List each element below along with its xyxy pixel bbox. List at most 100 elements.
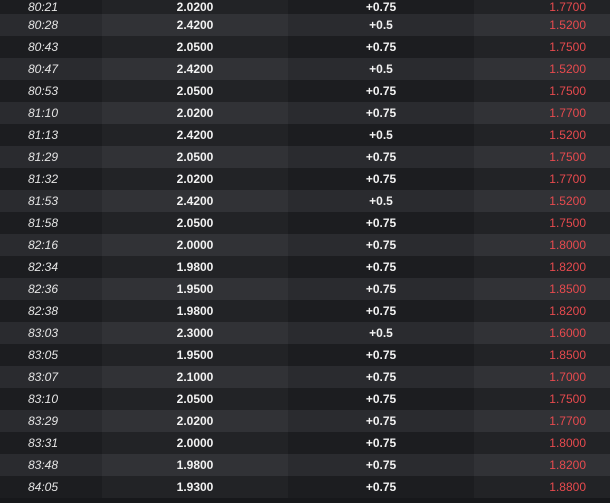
handicap-line-cell: +0.75 [288, 256, 474, 278]
table-row: 83:48 1.9800 +0.75 1.8200 [0, 454, 610, 476]
away-odds-cell: 1.7000 [474, 366, 610, 388]
time-cell: 83:31 [0, 432, 102, 454]
away-odds-cell: 1.5200 [474, 190, 610, 212]
time-cell: 83:05 [0, 344, 102, 366]
away-odds-cell: 1.8800 [474, 476, 610, 498]
handicap-line-cell: +0.75 [288, 146, 474, 168]
away-odds-cell: 1.5200 [474, 58, 610, 80]
time-cell: 81:53 [0, 190, 102, 212]
away-odds-cell: 1.8200 [474, 454, 610, 476]
handicap-line-cell: +0.75 [288, 0, 474, 14]
handicap-line-cell: +0.5 [288, 190, 474, 212]
table-row: 80:21 2.0200 +0.75 1.7700 [0, 0, 610, 14]
away-odds-cell: 1.8200 [474, 300, 610, 322]
home-odds-cell: 2.4200 [102, 124, 288, 146]
away-odds-cell: 1.7500 [474, 80, 610, 102]
home-odds-cell: 2.4200 [102, 14, 288, 36]
away-odds-cell: 1.7700 [474, 0, 610, 14]
table-row: 83:29 2.0200 +0.75 1.7700 [0, 410, 610, 432]
time-cell: 83:07 [0, 366, 102, 388]
handicap-line-cell: +0.5 [288, 58, 474, 80]
handicap-line-cell: +0.75 [288, 212, 474, 234]
home-odds-cell: 2.0000 [102, 234, 288, 256]
home-odds-cell: 1.9800 [102, 454, 288, 476]
time-cell: 83:10 [0, 388, 102, 410]
table-row: 82:36 1.9500 +0.75 1.8500 [0, 278, 610, 300]
away-odds-cell: 1.8000 [474, 432, 610, 454]
handicap-line-cell: +0.75 [288, 168, 474, 190]
table-row: 81:10 2.0200 +0.75 1.7700 [0, 102, 610, 124]
home-odds-cell: 2.0500 [102, 80, 288, 102]
handicap-line-cell: +0.75 [288, 454, 474, 476]
handicap-line-cell: +0.75 [288, 300, 474, 322]
away-odds-cell: 1.8500 [474, 278, 610, 300]
home-odds-cell: 2.0200 [102, 410, 288, 432]
away-odds-cell: 1.7500 [474, 388, 610, 410]
handicap-line-cell: +0.75 [288, 388, 474, 410]
handicap-line-cell: +0.75 [288, 432, 474, 454]
home-odds-cell: 1.9800 [102, 256, 288, 278]
table-row: 84:05 1.9300 +0.75 1.8800 [0, 476, 610, 498]
time-cell: 83:29 [0, 410, 102, 432]
table-row: 81:58 2.0500 +0.75 1.7500 [0, 212, 610, 234]
away-odds-cell: 1.5200 [474, 14, 610, 36]
time-cell: 81:29 [0, 146, 102, 168]
table-row: 80:47 2.4200 +0.5 1.5200 [0, 58, 610, 80]
home-odds-cell: 2.1000 [102, 366, 288, 388]
home-odds-cell: 1.9500 [102, 344, 288, 366]
time-cell: 83:48 [0, 454, 102, 476]
time-cell: 80:47 [0, 58, 102, 80]
table-row: 80:28 2.4200 +0.5 1.5200 [0, 14, 610, 36]
handicap-line-cell: +0.75 [288, 80, 474, 102]
away-odds-cell: 1.6000 [474, 322, 610, 344]
table-row: 80:43 2.0500 +0.75 1.7500 [0, 36, 610, 58]
time-cell: 82:36 [0, 278, 102, 300]
away-odds-cell: 1.7700 [474, 168, 610, 190]
time-cell: 81:10 [0, 102, 102, 124]
home-odds-cell: 2.0200 [102, 102, 288, 124]
away-odds-cell: 1.7500 [474, 146, 610, 168]
home-odds-cell: 2.0500 [102, 212, 288, 234]
handicap-line-cell: +0.75 [288, 278, 474, 300]
handicap-line-cell: +0.75 [288, 344, 474, 366]
table-row: 82:16 2.0000 +0.75 1.8000 [0, 234, 610, 256]
time-cell: 81:13 [0, 124, 102, 146]
away-odds-cell: 1.5200 [474, 124, 610, 146]
table-row: 82:38 1.9800 +0.75 1.8200 [0, 300, 610, 322]
table-row: 81:29 2.0500 +0.75 1.7500 [0, 146, 610, 168]
table-row: 81:13 2.4200 +0.5 1.5200 [0, 124, 610, 146]
handicap-line-cell: +0.75 [288, 234, 474, 256]
home-odds-cell: 2.0000 [102, 432, 288, 454]
home-odds-cell: 2.0500 [102, 146, 288, 168]
away-odds-cell: 1.8500 [474, 344, 610, 366]
home-odds-cell: 2.0200 [102, 0, 288, 14]
handicap-line-cell: +0.5 [288, 322, 474, 344]
handicap-line-cell: +0.75 [288, 366, 474, 388]
table-row: 80:53 2.0500 +0.75 1.7500 [0, 80, 610, 102]
handicap-line-cell: +0.75 [288, 36, 474, 58]
handicap-line-cell: +0.75 [288, 476, 474, 498]
handicap-line-cell: +0.75 [288, 410, 474, 432]
table-row: 83:07 2.1000 +0.75 1.7000 [0, 366, 610, 388]
time-cell: 80:53 [0, 80, 102, 102]
away-odds-cell: 1.7700 [474, 410, 610, 432]
table-row: 82:34 1.9800 +0.75 1.8200 [0, 256, 610, 278]
away-odds-cell: 1.7700 [474, 102, 610, 124]
home-odds-cell: 1.9500 [102, 278, 288, 300]
home-odds-cell: 2.0500 [102, 36, 288, 58]
home-odds-cell: 2.4200 [102, 190, 288, 212]
home-odds-cell: 2.0500 [102, 388, 288, 410]
odds-history-table: 80:21 2.0200 +0.75 1.7700 80:28 2.4200 +0.5 1.5… [0, 0, 610, 503]
time-cell: 82:34 [0, 256, 102, 278]
table-row: 83:05 1.9500 +0.75 1.8500 [0, 344, 610, 366]
away-odds-cell: 1.8000 [474, 234, 610, 256]
time-cell: 82:38 [0, 300, 102, 322]
home-odds-cell: 1.9300 [102, 476, 288, 498]
home-odds-cell: 2.0200 [102, 168, 288, 190]
home-odds-cell: 2.3000 [102, 322, 288, 344]
table-row: 83:03 2.3000 +0.5 1.6000 [0, 322, 610, 344]
table-row: 81:32 2.0200 +0.75 1.7700 [0, 168, 610, 190]
odds-rows: 80:21 2.0200 +0.75 1.7700 80:28 2.4200 +0.5 1.5… [0, 0, 610, 498]
time-cell: 81:58 [0, 212, 102, 234]
handicap-line-cell: +0.75 [288, 102, 474, 124]
